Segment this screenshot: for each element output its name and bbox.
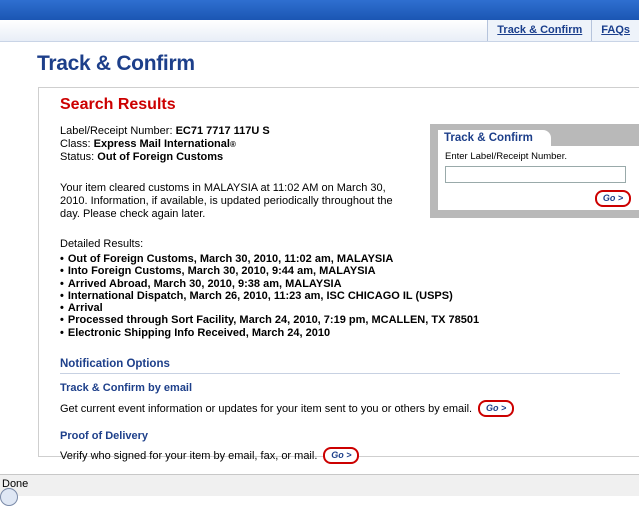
status-label: Status: xyxy=(60,151,98,163)
result-item: International Dispatch, March 26, 2010, … xyxy=(60,290,479,302)
search-results-title: Search Results xyxy=(60,96,176,113)
pod-go-button[interactable]: Go > xyxy=(323,447,360,464)
result-item: Processed through Sort Facility, March 2… xyxy=(60,314,479,326)
divider xyxy=(60,373,620,374)
label-receipt-row: Label/Receipt Number: EC71 7717 117U S xyxy=(60,125,270,138)
track-confirm-widget: Track & Confirm Enter Label/Receipt Numb… xyxy=(430,124,639,218)
sub-navigation: Track & Confirm FAQs xyxy=(0,20,639,42)
widget-go-wrapper: Go > xyxy=(595,188,631,207)
class-row: Class: Express Mail International® xyxy=(60,138,270,151)
detailed-results-list: Out of Foreign Customs, March 30, 2010, … xyxy=(60,253,479,339)
status-globe-icon xyxy=(0,488,18,506)
label-receipt-label: Label/Receipt Number: xyxy=(60,125,176,137)
nav-links: Track & Confirm FAQs xyxy=(487,20,639,41)
detailed-results-label: Detailed Results: xyxy=(60,238,144,250)
label-receipt-number: EC71 7717 117U S xyxy=(175,125,270,137)
widget-body: Enter Label/Receipt Number. Go > xyxy=(438,146,639,210)
widget-tab: Track & Confirm xyxy=(438,130,551,146)
class-label: Class: xyxy=(60,138,94,150)
status-row: Status: Out of Foreign Customs xyxy=(60,151,270,164)
label-receipt-input[interactable] xyxy=(445,166,626,183)
status-value: Out of Foreign Customs xyxy=(97,151,224,163)
registered-mark: ® xyxy=(229,140,236,149)
result-item: Electronic Shipping Info Received, March… xyxy=(60,327,479,339)
widget-go-button[interactable]: Go > xyxy=(595,190,631,207)
result-item: Into Foreign Customs, March 30, 2010, 9:… xyxy=(60,265,479,277)
cleared-message: Your item cleared customs in MALAYSIA at… xyxy=(60,182,393,220)
shipment-info: Label/Receipt Number: EC71 7717 117U S C… xyxy=(60,125,270,164)
track-confirm-email-row: Get current event information or updates… xyxy=(60,400,515,417)
track-confirm-email-title: Track & Confirm by email xyxy=(60,382,193,394)
class-value: Express Mail International xyxy=(93,138,230,150)
proof-of-delivery-description: Verify who signed for your item by email… xyxy=(60,449,318,462)
widget-input-label: Enter Label/Receipt Number. xyxy=(445,151,567,162)
result-item: Out of Foreign Customs, March 30, 2010, … xyxy=(60,253,479,265)
track-confirm-email-description: Get current event information or updates… xyxy=(60,402,473,415)
result-item: Arrived Abroad, March 30, 2010, 9:38 am,… xyxy=(60,278,479,290)
email-go-button[interactable]: Go > xyxy=(478,400,515,417)
browser-status-bar: Done xyxy=(0,474,639,506)
top-banner xyxy=(0,0,639,20)
result-item: Arrival xyxy=(60,302,479,314)
notification-options-title: Notification Options xyxy=(60,358,170,370)
page-title: Track & Confirm xyxy=(37,52,195,75)
nav-link-faqs[interactable]: FAQs xyxy=(591,20,639,41)
proof-of-delivery-title: Proof of Delivery xyxy=(60,430,149,442)
proof-of-delivery-row: Verify who signed for your item by email… xyxy=(60,447,360,464)
nav-link-track-confirm[interactable]: Track & Confirm xyxy=(487,20,592,41)
